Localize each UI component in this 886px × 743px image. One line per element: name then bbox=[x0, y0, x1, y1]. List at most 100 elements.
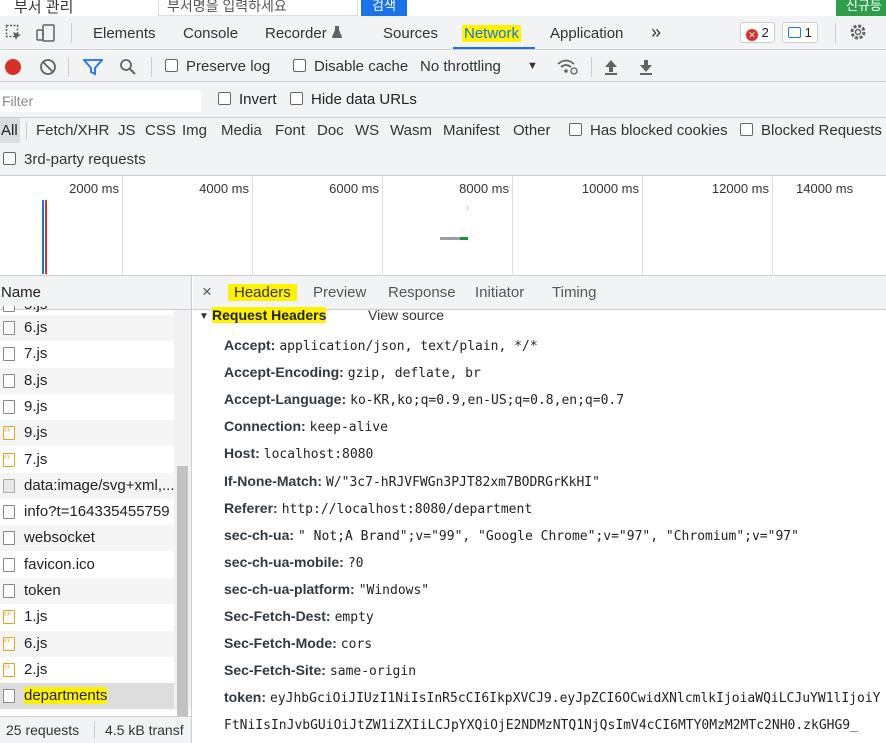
header-value: FtNiIsInJvbGUiOiJtZW1iZXIiLCJpYXQiOjE2ND… bbox=[224, 718, 858, 733]
throttling-select[interactable]: No throttling bbox=[420, 58, 501, 75]
header-row: Sec-Fetch-Site: same-origin bbox=[224, 662, 416, 679]
blocked-requests-checkbox[interactable]: Blocked Requests bbox=[740, 122, 882, 139]
requests-scrollbar[interactable] bbox=[174, 310, 191, 724]
divider bbox=[835, 23, 836, 43]
tab-headers[interactable]: Headers bbox=[228, 284, 297, 301]
header-value: W/"3c7-hRJVFWGn3PJT82xm7BODRGrKkHI" bbox=[326, 474, 600, 490]
header-row: Connection: keep-alive bbox=[224, 418, 388, 435]
third-party-checkbox[interactable]: 3rd-party requests bbox=[3, 151, 146, 168]
type-wasm[interactable]: Wasm bbox=[390, 122, 432, 139]
checkbox-box[interactable] bbox=[569, 123, 582, 136]
record-icon[interactable] bbox=[5, 59, 21, 75]
filter-row: Filter Invert Hide data URLs bbox=[0, 82, 886, 118]
settings-gear-icon[interactable] bbox=[848, 22, 868, 45]
network-conditions-icon[interactable] bbox=[556, 57, 578, 78]
tab-timing[interactable]: Timing bbox=[552, 284, 596, 301]
checkbox-box[interactable] bbox=[3, 152, 16, 165]
page-search-button[interactable]: 검색 bbox=[361, 0, 407, 16]
page-search-input[interactable]: 부서명을 입력하세요 bbox=[158, 0, 358, 16]
filter-icon[interactable] bbox=[82, 58, 104, 79]
list-item[interactable]: 9.js bbox=[0, 420, 174, 447]
request-name: token bbox=[24, 582, 61, 599]
tab-response[interactable]: Response bbox=[388, 284, 456, 301]
disable-cache-checkbox[interactable]: Disable cache bbox=[293, 58, 408, 75]
list-item[interactable]: 5.js bbox=[0, 306, 174, 315]
network-overview[interactable]: 2000 ms 4000 ms 6000 ms 8000 ms 10000 ms… bbox=[0, 176, 886, 276]
triangle-down-icon[interactable]: ▼ bbox=[199, 311, 209, 322]
checkbox-box[interactable] bbox=[740, 123, 753, 136]
type-all[interactable]: All bbox=[0, 118, 20, 143]
list-item[interactable]: info?t=164335455759 bbox=[0, 499, 174, 525]
device-toolbar-icon[interactable] bbox=[36, 24, 56, 45]
invert-label: Invert bbox=[239, 91, 277, 108]
search-icon[interactable] bbox=[119, 58, 137, 79]
list-item[interactable]: 7.js bbox=[0, 341, 174, 367]
export-har-icon[interactable] bbox=[638, 58, 654, 79]
type-img[interactable]: Img bbox=[182, 122, 207, 139]
list-item[interactable]: 6.js bbox=[0, 630, 174, 657]
list-item[interactable]: 9.js bbox=[0, 394, 174, 420]
tab-sources[interactable]: Sources bbox=[383, 25, 438, 42]
checkbox-box[interactable] bbox=[218, 92, 231, 105]
close-icon[interactable]: × bbox=[202, 282, 212, 302]
checkbox-box[interactable] bbox=[165, 59, 178, 72]
messages-badge[interactable]: 1 bbox=[782, 22, 818, 43]
filter-input[interactable]: Filter bbox=[0, 90, 201, 112]
tab-application[interactable]: Application bbox=[550, 25, 623, 42]
request-name: 9.js bbox=[24, 397, 48, 415]
type-css[interactable]: CSS bbox=[145, 122, 176, 139]
list-item[interactable]: token bbox=[0, 578, 174, 604]
page-title: 부서 관리 bbox=[14, 0, 74, 16]
type-manifest[interactable]: Manifest bbox=[443, 122, 500, 139]
list-item[interactable]: favicon.ico bbox=[0, 552, 174, 578]
name-column-header[interactable]: Name bbox=[0, 276, 191, 310]
preserve-log-checkbox[interactable]: Preserve log bbox=[165, 58, 270, 75]
request-name: 9.js bbox=[24, 424, 48, 442]
more-tabs-icon[interactable]: » bbox=[651, 22, 661, 43]
list-item[interactable]: 2.js bbox=[0, 657, 174, 683]
list-item[interactable]: departments bbox=[0, 683, 174, 710]
clear-icon[interactable] bbox=[39, 58, 57, 79]
divider bbox=[71, 23, 72, 43]
type-js[interactable]: JS bbox=[118, 122, 136, 139]
checkbox-box[interactable] bbox=[290, 92, 303, 105]
list-item[interactable]: websocket bbox=[0, 525, 174, 552]
tab-elements[interactable]: Elements bbox=[93, 25, 156, 42]
errors-badge[interactable]: ✕ 2 bbox=[740, 22, 775, 43]
type-doc[interactable]: Doc bbox=[317, 122, 344, 139]
chevron-down-icon[interactable]: ▼ bbox=[527, 60, 538, 72]
request-headers-title[interactable]: Request Headers bbox=[212, 307, 336, 323]
scrollbar-thumb[interactable] bbox=[177, 466, 188, 724]
type-font[interactable]: Font bbox=[275, 122, 305, 139]
page-new-button[interactable]: 신규등 bbox=[836, 0, 886, 16]
type-fetch-xhr[interactable]: Fetch/XHR bbox=[36, 122, 109, 139]
type-other[interactable]: Other bbox=[513, 122, 551, 139]
tab-initiator[interactable]: Initiator bbox=[475, 284, 524, 301]
inspect-element-icon[interactable] bbox=[5, 24, 23, 45]
header-value: " Not;A Brand";v="99", "Google Chrome";v… bbox=[298, 528, 799, 544]
header-name: sec-ch-ua: bbox=[224, 526, 295, 543]
list-item[interactable]: data:image/svg+xml,... bbox=[0, 472, 174, 499]
type-ws[interactable]: WS bbox=[355, 122, 379, 139]
divider bbox=[94, 721, 95, 739]
script-file-icon bbox=[3, 661, 15, 677]
list-item[interactable]: 7.js bbox=[0, 447, 174, 473]
type-media[interactable]: Media bbox=[221, 122, 262, 139]
document-file-icon bbox=[3, 531, 15, 546]
tab-network[interactable]: Network bbox=[462, 25, 522, 42]
header-name: Sec-Fetch-Mode: bbox=[224, 635, 337, 652]
list-item[interactable]: 1.js bbox=[0, 604, 174, 630]
list-item[interactable]: 6.js bbox=[0, 315, 174, 341]
list-item[interactable]: 8.js bbox=[0, 367, 174, 394]
checkbox-box[interactable] bbox=[293, 59, 306, 72]
view-source-link[interactable]: View source bbox=[368, 307, 444, 323]
grid-line bbox=[122, 176, 123, 276]
has-blocked-cookies-checkbox[interactable]: Has blocked cookies bbox=[569, 122, 728, 139]
hide-data-urls-checkbox[interactable]: Hide data URLs bbox=[290, 91, 417, 108]
header-value: keep-alive bbox=[309, 420, 388, 436]
import-har-icon[interactable] bbox=[603, 58, 619, 79]
invert-checkbox[interactable]: Invert bbox=[218, 91, 277, 108]
tab-preview[interactable]: Preview bbox=[313, 284, 366, 301]
tab-console[interactable]: Console bbox=[183, 25, 238, 42]
tab-recorder[interactable]: Recorder bbox=[265, 25, 327, 42]
